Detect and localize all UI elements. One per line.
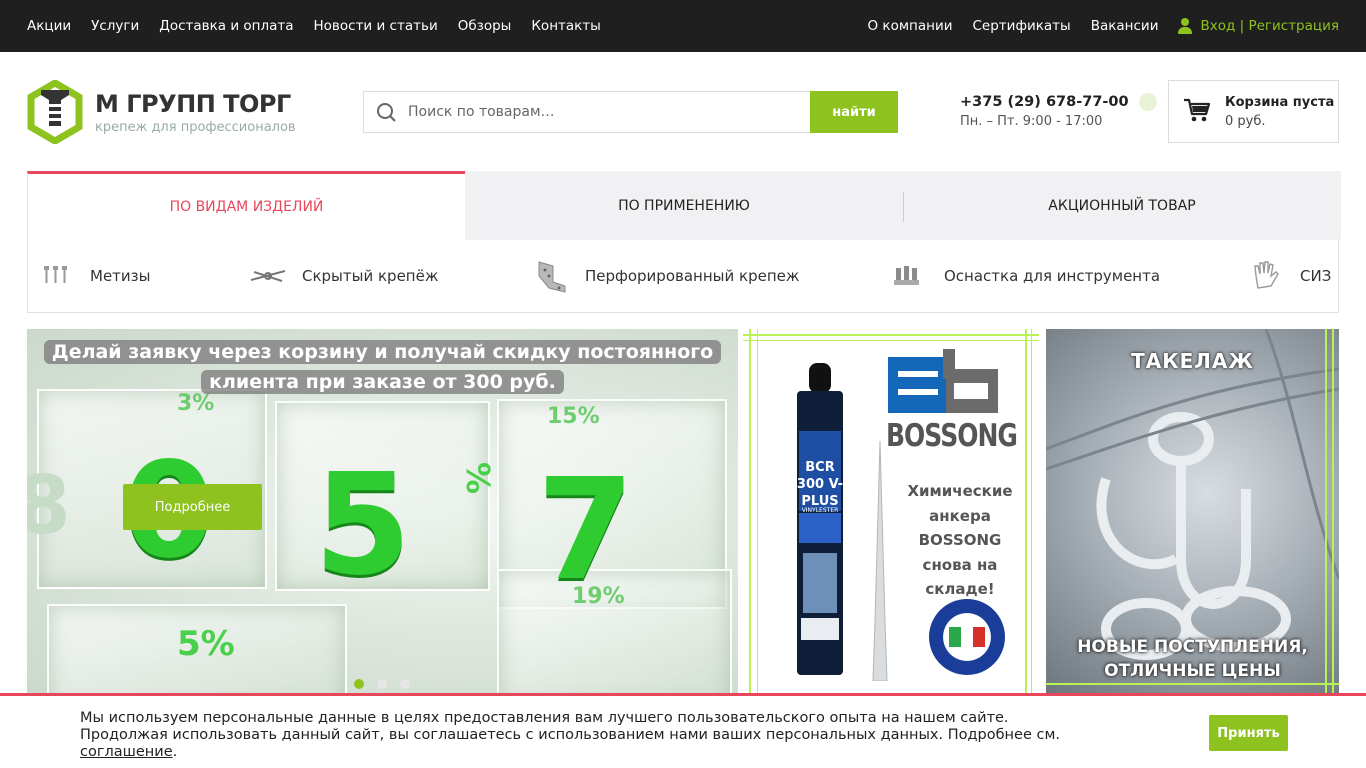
bossong-anchors-banner[interactable]: BCR 300 V-PLUS VINYLESTER BOSSONG Химиче…	[743, 329, 1039, 694]
category-tool-accessories[interactable]: Оснастка для инструмента	[890, 239, 1160, 313]
cart-icon	[1183, 97, 1211, 127]
callback-indicator-icon[interactable]	[1138, 93, 1157, 111]
category-perforated-fasteners[interactable]: Перфорированный крепеж	[531, 239, 799, 313]
bossong-logo-icon	[888, 349, 998, 421]
category-ppe[interactable]: СИЗ	[1246, 239, 1331, 313]
banner-number: 5	[314, 444, 412, 607]
category-hidden-fasteners[interactable]: Скрытый крепёж	[248, 239, 438, 313]
accept-cookies-button[interactable]: Принять	[1209, 715, 1288, 751]
category-label: СИЗ	[1300, 267, 1332, 285]
catalog-tabs: ПО ВИДАМ ИЗДЕЛИЙ ПО ПРИМЕНЕНИЮ АКЦИОННЫЙ…	[27, 171, 1341, 240]
decor-line	[743, 340, 1039, 341]
cookie-consent-bar: Мы используем персональные данные в целя…	[0, 693, 1366, 768]
cart-total: 0 руб.	[1225, 113, 1266, 129]
nav-link-about[interactable]: О компании	[868, 18, 953, 34]
banner-percent: 19%	[572, 584, 625, 609]
rigging-subtitle: НОВЫЕ ПОСТУПЛЕНИЯ, ОТЛИЧНЫЕ ЦЕНЫ	[1046, 635, 1339, 683]
category-strip: Метизы Скрытый крепёж Перфорированный кр…	[27, 239, 1339, 313]
nav-link-certificates[interactable]: Сертификаты	[973, 18, 1071, 34]
cart-widget[interactable]: Корзина пуста 0 руб.	[1168, 80, 1339, 143]
search-input[interactable]	[408, 92, 810, 132]
cart-status: Корзина пуста	[1225, 94, 1335, 110]
top-navigation-bar: Акции Услуги Доставка и оплата Новости и…	[0, 0, 1366, 52]
search-icon	[364, 92, 408, 132]
bolts-icon	[36, 256, 76, 296]
product-sub-on-cartridge: VINYLESTER	[801, 507, 839, 514]
cookie-message-line1: Мы используем персональные данные в целя…	[80, 710, 1009, 726]
decor-line	[749, 329, 751, 694]
nav-link-news[interactable]: Новости и статьи	[314, 18, 438, 34]
category-label: Перфорированный крепеж	[585, 267, 800, 285]
banner-headline-line2: клиента при заказе от 300 руб.	[201, 370, 564, 394]
nav-link-services[interactable]: Услуги	[91, 18, 139, 34]
banner-percent: 15%	[547, 404, 600, 429]
site-logo[interactable]: М ГРУПП ТОРГ крепеж для профессионалов	[27, 78, 317, 146]
hidden-fastener-icon	[248, 256, 288, 296]
decor-line	[757, 329, 758, 694]
logo-text: М ГРУПП ТОРГ крепеж для профессионалов	[95, 90, 296, 135]
rigging-banner[interactable]: ТАКЕЛАЖ НОВЫЕ ПОСТУПЛЕНИЯ, ОТЛИЧНЫЕ ЦЕНЫ	[1046, 329, 1339, 694]
rigging-title: ТАКЕЛАЖ	[1131, 349, 1254, 373]
slider-dots	[354, 679, 410, 689]
cookie-message: Мы используем персональные данные в целя…	[80, 710, 1080, 761]
working-hours: Пн. – Пт. 9:00 - 17:00	[960, 114, 1103, 129]
logo-hexagon-icon	[27, 78, 83, 146]
bossong-brand: BOSSONG	[886, 417, 1018, 454]
top-nav-left: Акции Услуги Доставка и оплата Новости и…	[27, 0, 601, 52]
nav-link-contacts[interactable]: Контакты	[531, 18, 600, 34]
slider-dot[interactable]	[377, 679, 387, 689]
phone-row: +375 (29) 678-77-00	[960, 93, 1157, 111]
decor-line	[1025, 329, 1027, 694]
cart-text: Корзина пуста 0 руб.	[1225, 95, 1334, 129]
nav-link-delivery[interactable]: Доставка и оплата	[159, 18, 293, 34]
search-bar: найти	[363, 91, 898, 133]
slider-dot[interactable]	[354, 679, 364, 689]
discount-promo-banner[interactable]: 0 5 7 8 3% 15% 19% 5% % Делай заявку чер…	[27, 329, 738, 694]
agreement-link[interactable]: соглашение	[80, 744, 173, 760]
nav-link-reviews[interactable]: Обзоры	[458, 18, 512, 34]
category-label: Метизы	[90, 267, 151, 285]
nav-link-promotions[interactable]: Акции	[27, 18, 71, 34]
slider-dot[interactable]	[400, 679, 410, 689]
search-button[interactable]: найти	[810, 91, 898, 133]
banner-more-button[interactable]: Подробнее	[123, 484, 262, 530]
category-label: Оснастка для инструмента	[944, 267, 1161, 285]
tab-by-application[interactable]: ПО ПРИМЕНЕНИЮ	[465, 171, 903, 240]
tab-by-product-type[interactable]: ПО ВИДАМ ИЗДЕЛИЙ	[27, 171, 465, 240]
category-hardware[interactable]: Метизы	[36, 239, 150, 313]
rigging-subtitle-line2: ОТЛИЧНЫЕ ЦЕНЫ	[1104, 661, 1281, 681]
cookie-period: .	[172, 744, 178, 760]
banner-percent: 5%	[177, 624, 235, 664]
user-icon	[1178, 18, 1193, 34]
banner-number: 8	[27, 459, 71, 552]
cookie-message-line2: Продолжая использовать данный сайт, вы с…	[80, 727, 1060, 743]
banner-percent: %	[459, 461, 498, 495]
glove-icon	[1246, 256, 1286, 296]
contact-phone-block: +375 (29) 678-77-00 Пн. – Пт. 9:00 - 17:…	[960, 93, 1157, 129]
perforated-bracket-icon	[531, 256, 571, 296]
mixing-nozzle-image	[871, 440, 889, 682]
login-register-label: Вход | Регистрация	[1200, 18, 1339, 34]
drill-bits-icon	[890, 256, 930, 296]
product-name-on-cartridge: BCR 300 V-PLUS	[796, 460, 844, 509]
banner-headline: Делай заявку через корзину и получай ски…	[27, 337, 738, 397]
anchor-cartridge-image	[793, 363, 847, 681]
tab-promo-goods[interactable]: АКЦИОННЫЙ ТОВАР	[903, 171, 1341, 240]
top-nav-right: О компании Сертификаты Вакансии Вход | Р…	[868, 0, 1339, 52]
category-label: Скрытый крепёж	[302, 267, 439, 285]
phone-number[interactable]: +375 (29) 678-77-00	[960, 94, 1129, 110]
logo-title: М ГРУПП ТОРГ	[95, 89, 291, 118]
banner-headline-line1: Делай заявку через корзину и получай ски…	[43, 340, 722, 364]
decor-line	[1031, 329, 1032, 694]
decor-line	[743, 334, 1039, 336]
made-in-italy-badge-icon	[929, 599, 1005, 675]
logo-subtitle: крепеж для профессионалов	[95, 119, 296, 135]
nav-link-vacancies[interactable]: Вакансии	[1091, 18, 1159, 34]
login-register-link[interactable]: Вход | Регистрация	[1178, 18, 1339, 34]
bossong-promo-text: Химические анкера BOSSONG снова на склад…	[907, 482, 1013, 598]
rigging-subtitle-line1: НОВЫЕ ПОСТУПЛЕНИЯ,	[1077, 637, 1308, 657]
